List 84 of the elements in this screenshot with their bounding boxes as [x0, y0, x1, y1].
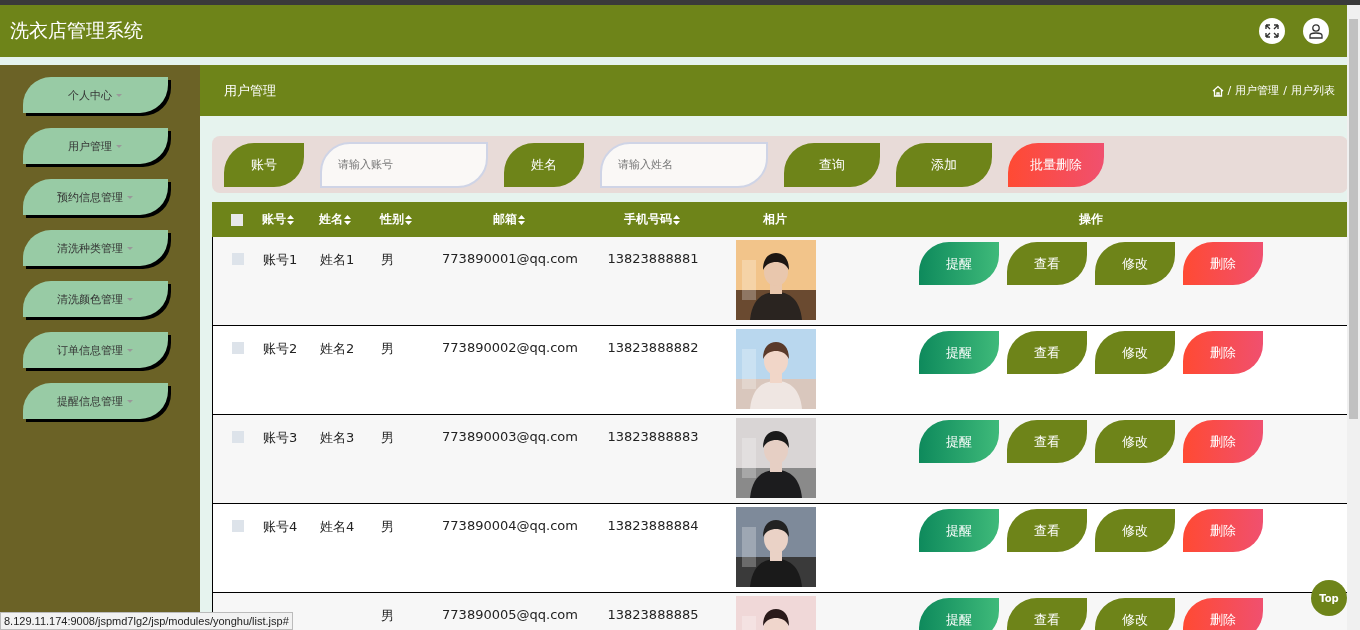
table-cell-text: 773890002@qq.com [442, 340, 578, 357]
sidebar-item[interactable]: 预约信息管理 [22, 179, 168, 215]
table-cell-text: 男 [381, 518, 394, 536]
row-action-button[interactable]: 查看 [1007, 509, 1087, 552]
column-header[interactable]: 性别 [380, 211, 404, 228]
table-cell-text: 姓名4 [320, 518, 355, 536]
table-cell-text: 13823888884 [607, 518, 699, 535]
search-field[interactable]: 请输入姓名 [600, 141, 768, 188]
sidebar-item[interactable]: 清洗颜色管理 [22, 281, 168, 317]
table-cell-text: 773890003@qq.com [442, 429, 578, 446]
sort-icon[interactable] [287, 214, 294, 225]
column-header[interactable]: 相片 [763, 211, 787, 228]
row-action-button[interactable]: 修改 [1095, 509, 1175, 552]
row-action-button[interactable]: 删除 [1183, 598, 1263, 630]
sidebar-item[interactable]: 提醒信息管理 [22, 383, 168, 419]
table-cell-text: 13823888885 [607, 607, 699, 624]
select-all-checkbox[interactable] [231, 213, 243, 226]
search-button[interactable]: 添加 [896, 142, 992, 187]
column-header[interactable]: 账号 [262, 211, 286, 228]
table-cell-text: 男 [381, 340, 394, 358]
search-field[interactable]: 请输入账号 [320, 141, 488, 188]
user-icon[interactable] [1303, 18, 1329, 44]
column-header[interactable]: 操作 [1079, 211, 1103, 228]
table-cell-text: 账号1 [263, 251, 298, 269]
table-cell-text: 男 [381, 251, 394, 269]
row-checkbox[interactable] [232, 253, 244, 265]
breadcrumb-item[interactable]: 用户管理 [1235, 83, 1280, 98]
row-action-button[interactable]: 删除 [1183, 420, 1263, 463]
row-action-button[interactable]: 提醒 [919, 331, 999, 374]
sort-icon[interactable] [673, 214, 680, 225]
row-action-button[interactable]: 提醒 [919, 242, 999, 285]
row-action-button[interactable]: 提醒 [919, 598, 999, 630]
sort-icon[interactable] [344, 214, 351, 225]
home-icon[interactable] [1211, 84, 1224, 97]
field-label: 账号 [224, 142, 304, 187]
row-action-button[interactable]: 删除 [1183, 509, 1263, 552]
sort-icon[interactable] [405, 214, 412, 225]
breadcrumb-separator: / [1227, 84, 1232, 97]
table-cell-text: 773890005@qq.com [442, 607, 578, 624]
app-title: 洗衣店管理系统 [10, 18, 143, 43]
table-cell-text: 姓名2 [320, 340, 355, 358]
table-cell-text: 13823888883 [607, 429, 699, 446]
breadcrumb-separator: / [1283, 84, 1287, 97]
table-cell-text: 账号2 [263, 340, 298, 358]
row-action-button[interactable]: 查看 [1007, 420, 1087, 463]
fullscreen-icon[interactable] [1259, 18, 1285, 44]
table-cell-text: 账号3 [263, 429, 298, 447]
row-action-button[interactable]: 修改 [1095, 242, 1175, 285]
status-url: 8.129.11.174:9008/jspmd7lg2/jsp/modules/yonghu/list.jsp# [0, 612, 293, 630]
row-action-button[interactable]: 查看 [1007, 331, 1087, 374]
table-cell-text: 男 [381, 429, 394, 447]
row-action-button[interactable]: 删除 [1183, 331, 1263, 374]
row-action-button[interactable]: 查看 [1007, 598, 1087, 630]
table-cell-text: 姓名3 [320, 429, 355, 447]
page-title: 用户管理 [224, 81, 276, 100]
table-cell-text: 姓名1 [320, 251, 355, 269]
table-cell-text: 773890004@qq.com [442, 518, 578, 535]
row-checkbox[interactable] [232, 520, 244, 532]
column-header[interactable]: 姓名 [319, 211, 343, 228]
table-cell-text: 773890001@qq.com [442, 251, 578, 268]
breadcrumb-item[interactable]: 用户列表 [1291, 83, 1335, 98]
search-button[interactable]: 查询 [784, 142, 880, 187]
sort-icon[interactable] [518, 214, 525, 225]
row-action-button[interactable]: 修改 [1095, 598, 1175, 630]
column-header[interactable]: 邮箱 [493, 211, 517, 228]
search-button[interactable]: 批量删除 [1008, 142, 1104, 187]
table-cell-text: 男 [381, 607, 394, 625]
row-checkbox[interactable] [232, 431, 244, 443]
row-action-button[interactable]: 修改 [1095, 420, 1175, 463]
row-checkbox[interactable] [232, 342, 244, 354]
sidebar-item[interactable]: 个人中心 [22, 77, 168, 113]
table-cell-text: 账号4 [263, 518, 298, 536]
row-action-button[interactable]: 删除 [1183, 242, 1263, 285]
column-header[interactable]: 手机号码 [624, 211, 672, 228]
row-action-button[interactable]: 修改 [1095, 331, 1175, 374]
sidebar-item[interactable]: 清洗种类管理 [22, 230, 168, 266]
row-action-button[interactable]: 提醒 [919, 420, 999, 463]
table-cell-text: 13823888882 [607, 340, 699, 357]
sidebar-item[interactable]: 用户管理 [22, 128, 168, 164]
table-cell-text: 13823888881 [607, 251, 699, 268]
field-label: 姓名 [504, 142, 584, 187]
row-action-button[interactable]: 查看 [1007, 242, 1087, 285]
row-action-button[interactable]: 提醒 [919, 509, 999, 552]
sidebar-item[interactable]: 订单信息管理 [22, 332, 168, 368]
